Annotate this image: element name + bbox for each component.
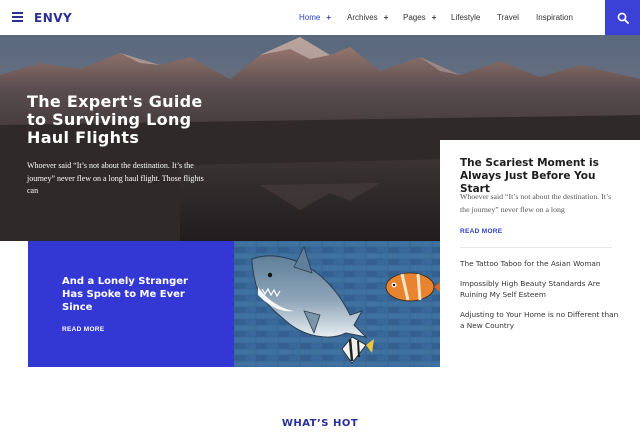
nav-item-home[interactable]: Home + <box>299 13 331 22</box>
side-post-link[interactable]: The Tattoo Taboo for the Asian Woman <box>460 258 620 269</box>
hero-post-title[interactable]: The Expert's Guide to Surviving Long Hau… <box>27 93 227 147</box>
side-read-more-link[interactable]: READ MORE <box>460 228 502 235</box>
side-featured-card: The Scariest Moment is Always Just Befor… <box>440 140 640 448</box>
divider <box>460 247 612 248</box>
side-post-link[interactable]: Impossibly High Beauty Standards Are Rui… <box>460 278 620 300</box>
nav-label: Inspiration <box>536 13 573 22</box>
site-header: ENVY Home + Archives + Pages + Lifestyle Tr… <box>0 0 640 35</box>
nav-label: Pages <box>403 13 426 22</box>
submenu-plus-icon: + <box>326 13 332 22</box>
nav-item-inspiration[interactable]: Inspiration <box>536 13 573 22</box>
shark-mural-image[interactable] <box>234 241 440 367</box>
site-logo[interactable]: ENVY <box>34 11 72 25</box>
submenu-plus-icon: + <box>431 13 437 22</box>
hero-post-excerpt: Whoever said “It’s not about the destina… <box>27 161 204 195</box>
side-post-link[interactable]: Adjusting to Your Home is no Different t… <box>460 309 620 331</box>
nav-label: Lifestyle <box>451 13 481 22</box>
hamburger-menu-icon[interactable] <box>12 12 23 22</box>
section-heading-whats-hot: WHAT’S HOT <box>281 418 359 429</box>
nav-item-pages[interactable]: Pages + <box>403 13 436 22</box>
nav-item-lifestyle[interactable]: Lifestyle <box>451 13 480 22</box>
nav-label: Archives <box>347 13 378 22</box>
shark-mural-illustration <box>234 241 440 367</box>
nav-label: Home <box>299 13 321 22</box>
submenu-plus-icon: + <box>383 13 389 22</box>
nav-label: Travel <box>497 13 519 22</box>
side-post-excerpt: Whoever said “It’s not about the destina… <box>460 192 612 214</box>
search-icon <box>617 12 629 24</box>
nav-item-archives[interactable]: Archives + <box>347 13 388 22</box>
blue-read-more-link[interactable]: READ MORE <box>62 326 104 333</box>
blue-post-card[interactable]: And a Lonely Stranger Has Spoke to Me Ev… <box>28 241 234 367</box>
blue-post-title[interactable]: And a Lonely Stranger Has Spoke to Me Ev… <box>62 275 212 314</box>
nav-item-travel[interactable]: Travel <box>497 13 519 22</box>
search-button[interactable] <box>605 0 640 35</box>
